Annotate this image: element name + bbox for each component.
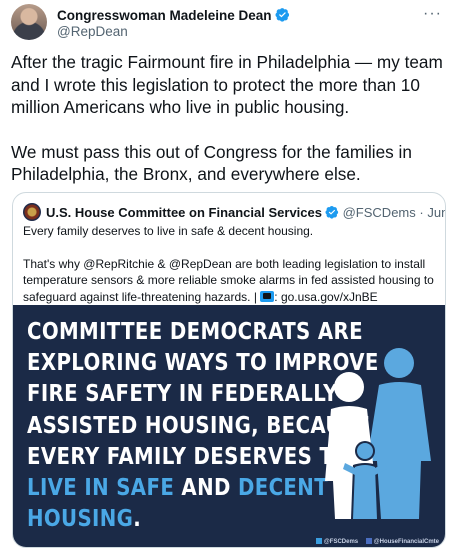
facebook-icon [365,538,372,544]
image-headline: COMMITTEE DEMOCRATS ARE EXPLORING WAYS T… [27,317,379,535]
image-highlight: HOUSING [27,506,134,533]
quoted-line-2: That's why @RepRitchie & @RepDean are bo… [23,256,434,304]
image-headline-line: FIRE SAFETY IN FEDERALLY [27,381,338,408]
footer-twitter-text: @FSCDems [323,539,359,545]
tv-icon [260,290,275,302]
family-figures-icon [325,348,431,519]
image-text: . [133,506,142,533]
verified-badge-icon [275,8,289,22]
tweet-paragraph: After the tragic Fairmount fire in Phila… [11,52,443,117]
more-options-icon[interactable]: ··· [423,5,442,23]
quoted-date: Jun 22 [427,205,445,220]
footer-twitter: @FSCDems [315,538,359,545]
image-highlight: LIVE IN SAFE [27,475,175,502]
image-headline-line: COMMITTEE DEMOCRATS ARE [27,319,363,345]
image-headline-line: LIVE IN SAFE AND DECENT [27,473,328,504]
twitter-icon [315,538,322,544]
image-headline-line: HOUSING. [27,504,294,535]
footer-facebook: @HouseFinancialCmte [365,538,439,545]
image-footer: @FSCDems @HouseFinancialCmte [310,538,439,545]
author-handle[interactable]: @RepDean [57,24,128,39]
verified-badge-icon [325,205,339,219]
avatar[interactable] [11,4,47,40]
image-headline-line: ASSISTED HOUSING, BECAUSE [27,412,371,439]
image-text: AND [174,475,238,502]
quoted-author-name: U.S. House Committee on Financial Servic… [46,205,322,220]
tweet-header: Congresswoman Madeleine Dean @RepDean ··… [11,4,446,42]
quoted-line-1: Every family deserves to live in safe & … [23,224,314,238]
image-headline-line: EVERY FAMILY DESERVES TO [27,443,351,470]
tweet-paragraph: We must pass this out of Congress for th… [11,141,412,185]
tweet-text: After the tragic Fairmount fire in Phila… [11,51,447,186]
author-name-text: Congresswoman Madeleine Dean [57,8,272,23]
author-name[interactable]: Congresswoman Madeleine Dean [57,7,290,23]
meta-separator: · [419,205,424,220]
committee-seal-avatar [23,203,41,221]
quoted-tweet-text: Every family deserves to live in safe & … [23,223,435,305]
quoted-tweet-image[interactable]: COMMITTEE DEMOCRATS ARE EXPLORING WAYS T… [13,305,445,547]
quoted-link[interactable]: go.usa.gov/xJnBE [281,290,378,304]
image-highlight: DECENT [237,475,329,502]
quoted-tweet-header: U.S. House Committee on Financial Servic… [23,203,445,221]
quoted-author-handle: @FSCDems [342,205,416,220]
footer-facebook-text: @HouseFinancialCmte [373,539,439,545]
image-headline-line: EXPLORING WAYS TO IMPROVE [27,350,379,377]
quoted-tweet[interactable]: U.S. House Committee on Financial Servic… [12,192,446,548]
